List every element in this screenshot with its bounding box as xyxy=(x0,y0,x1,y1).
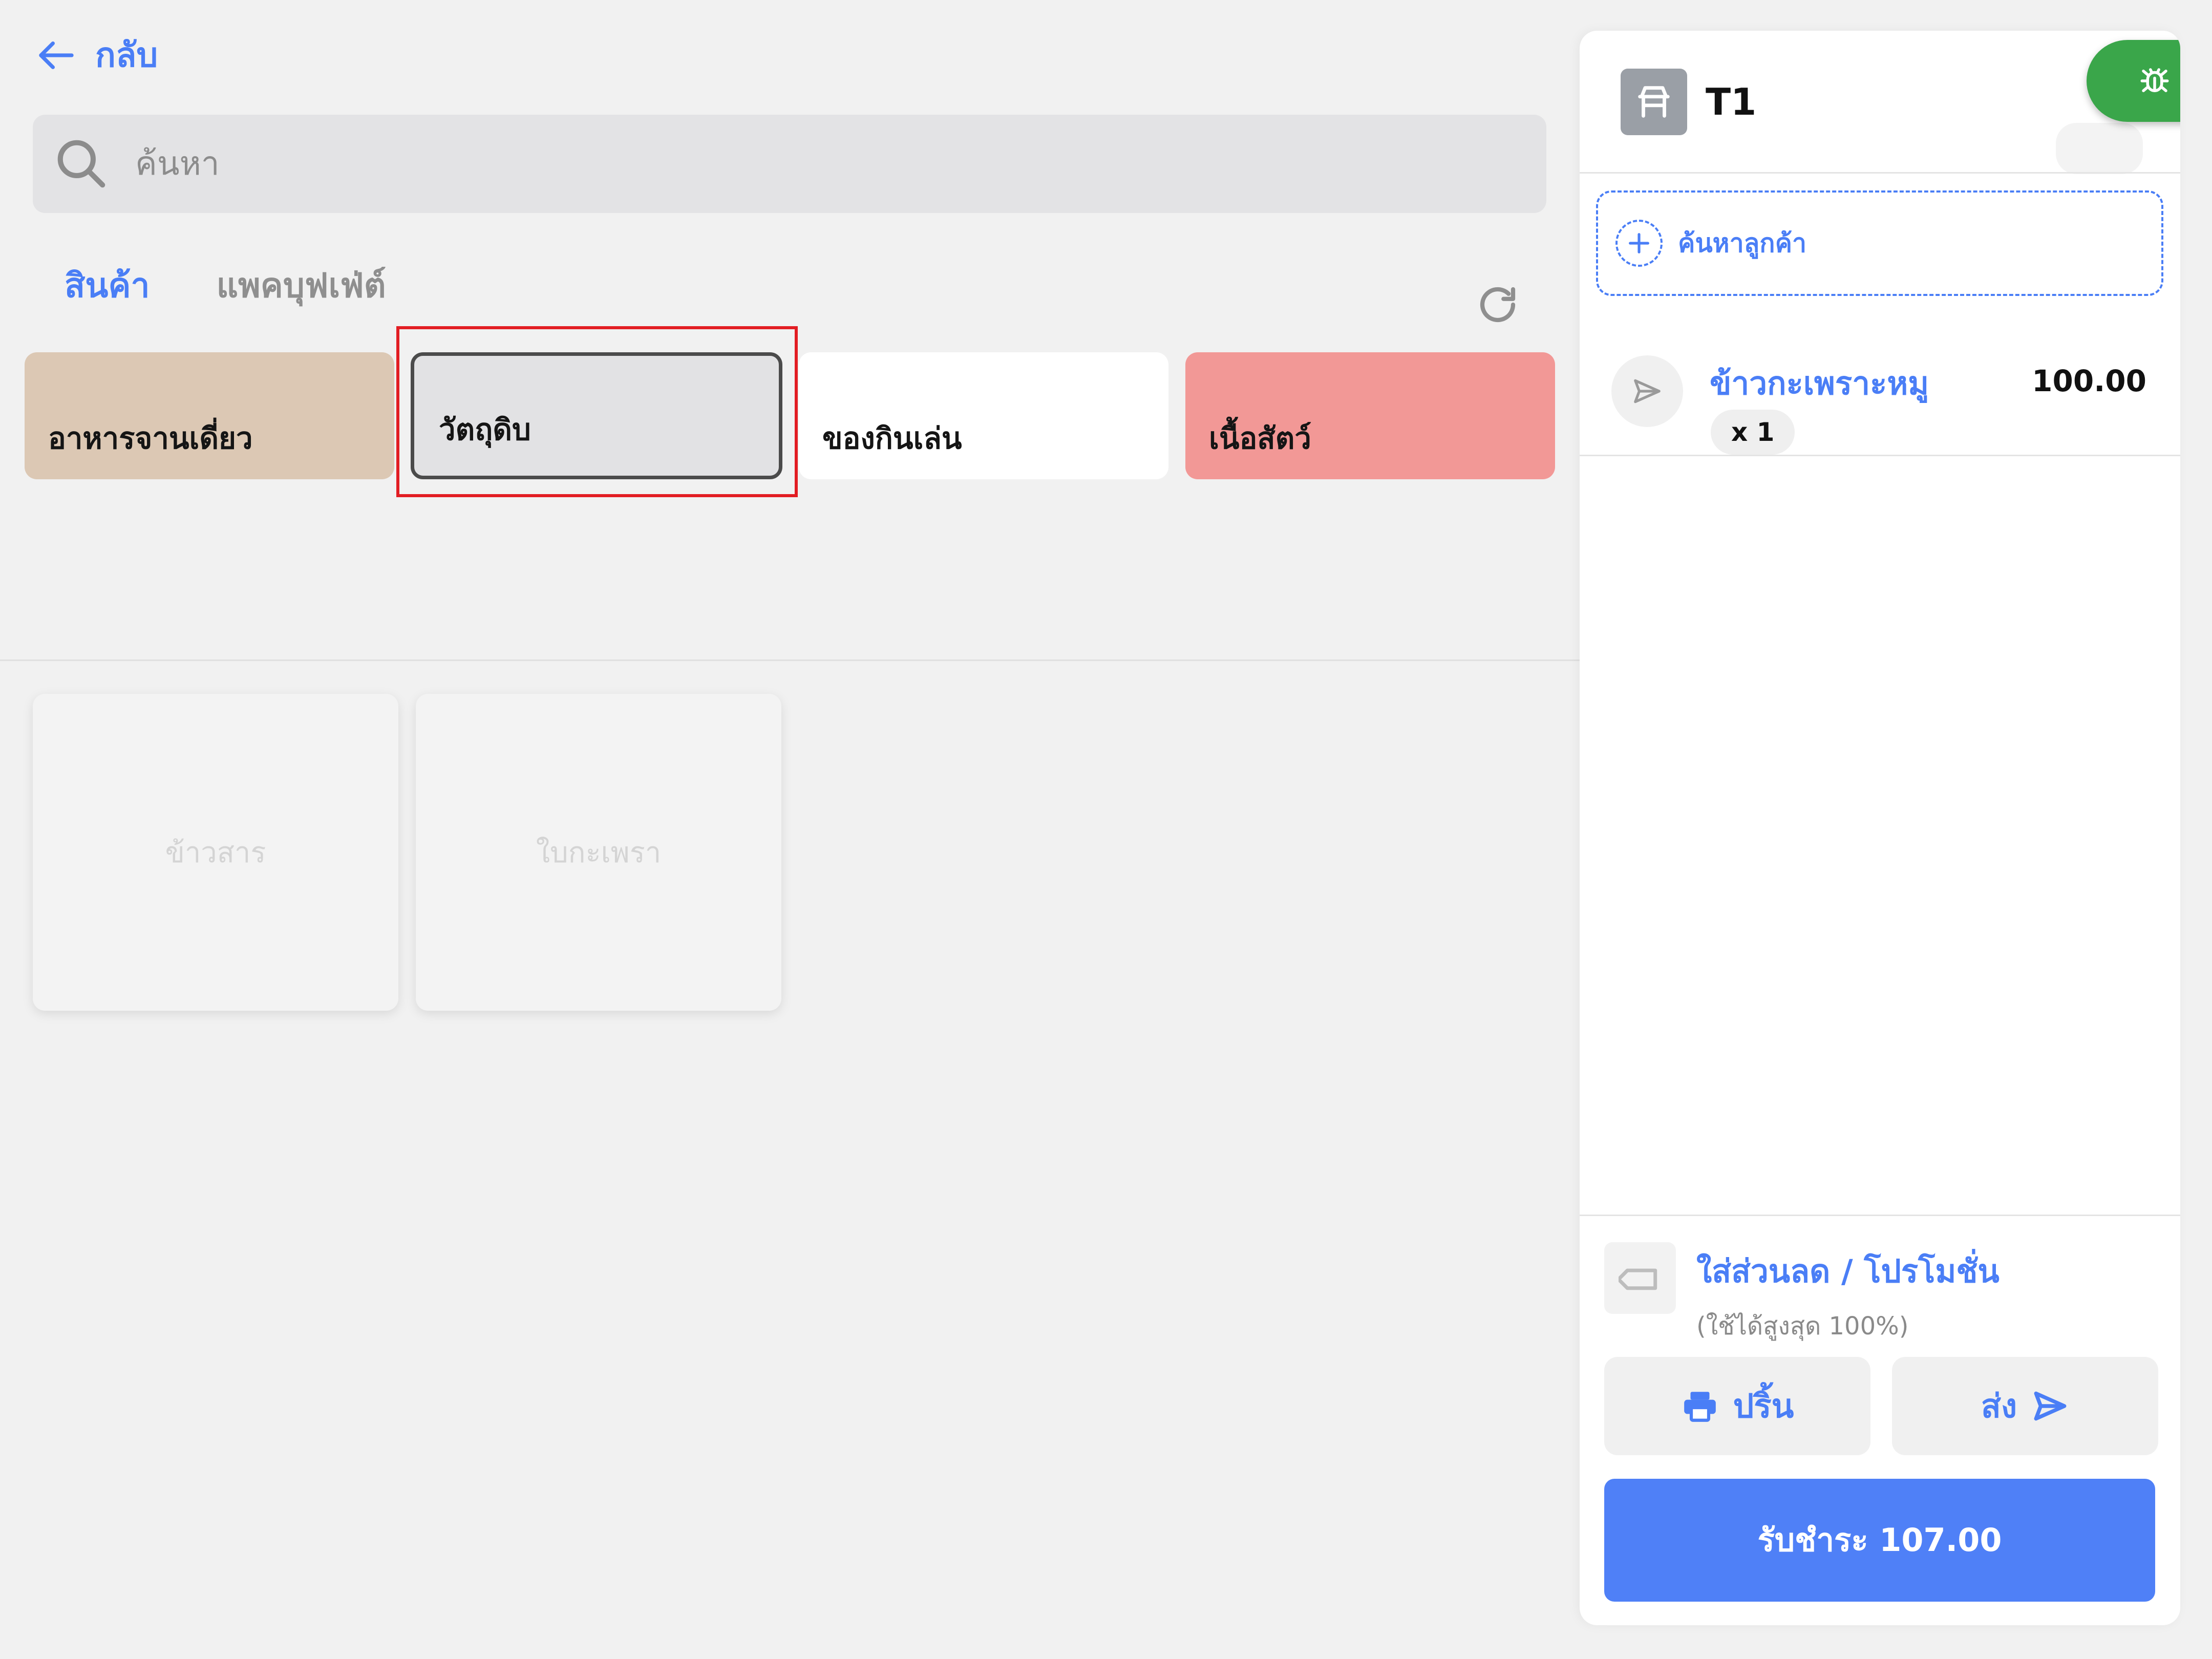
send-icon xyxy=(2034,1391,2067,1421)
product-card[interactable]: ข้าวสาร xyxy=(33,694,398,1011)
search-bar[interactable] xyxy=(33,115,1546,213)
send-icon xyxy=(1634,379,1661,403)
category-meat[interactable]: เนื้อสัตว์ xyxy=(1185,352,1555,479)
divider xyxy=(1580,1215,2180,1216)
pay-label: รับชำระ 107.00 xyxy=(1757,1521,2002,1559)
printer-icon xyxy=(1684,1392,1716,1422)
bug-icon xyxy=(2140,68,2169,92)
item-quantity-badge: x 1 xyxy=(1711,410,1795,455)
table-name: T1 xyxy=(1706,80,1757,123)
category-label: อาหารจานเดี่ยว xyxy=(48,421,253,456)
order-item[interactable]: ข้าวกะเพราะหมู 100.00 x 1 xyxy=(1580,323,2180,461)
send-label: ส่ง xyxy=(1981,1388,2017,1426)
item-price: 100.00 xyxy=(2032,364,2146,398)
selection-highlight xyxy=(396,326,798,497)
customer-search-label: ค้นหาลูกค้า xyxy=(1678,228,1807,258)
product-name: ข้าวสาร xyxy=(165,836,266,869)
divider xyxy=(0,660,1580,661)
send-button[interactable]: ส่ง xyxy=(1892,1357,2158,1455)
back-link[interactable]: กลับ xyxy=(36,28,158,82)
plus-icon xyxy=(1615,220,1663,267)
item-name[interactable]: ข้าวกะเพราะหมู xyxy=(1710,358,1929,409)
print-button[interactable]: ปริ้น xyxy=(1604,1357,1870,1455)
divider xyxy=(1580,455,2180,456)
product-name: ใบกะเพรา xyxy=(536,836,662,869)
send-item-button[interactable] xyxy=(1611,355,1683,427)
tab-bar: สินค้า แพคบุฟเฟ่ต์ xyxy=(65,259,386,312)
table-icon xyxy=(1621,69,1687,135)
tab-buffet-packs[interactable]: แพคบุฟเฟ่ต์ xyxy=(217,259,386,312)
product-card[interactable]: ใบกะเพรา xyxy=(416,694,781,1011)
category-label: เนื้อสัตว์ xyxy=(1209,421,1311,456)
pay-button[interactable]: รับชำระ 107.00 xyxy=(1604,1479,2155,1602)
back-label: กลับ xyxy=(95,35,158,75)
print-label: ปริ้น xyxy=(1733,1388,1794,1426)
discount-button[interactable]: ใส่ส่วนลด / โปรโมชั่น (ใช้ได้สูงสุด 100%… xyxy=(1604,1242,2000,1346)
arrow-left-icon xyxy=(39,41,74,69)
product-grid: ข้าวสาร ใบกะเพรา xyxy=(33,694,781,1011)
customer-search-button[interactable]: ค้นหาลูกค้า xyxy=(1596,190,2163,296)
header-menu-button[interactable] xyxy=(2056,123,2143,174)
refresh-icon[interactable] xyxy=(1475,282,1521,328)
cart-header: T1 xyxy=(1621,69,1756,135)
category-label: ของกินเล่น xyxy=(822,421,962,456)
search-icon xyxy=(57,140,105,188)
discount-subtitle: (ใช้ได้สูงสุด 100%) xyxy=(1696,1312,1909,1341)
tag-icon xyxy=(1604,1242,1676,1314)
cart-panel: T1 ค้นหาลูกค้า ข้าวกะเพราะหมู 100.00 x 1… xyxy=(1580,31,2180,1625)
category-snacks[interactable]: ของกินเล่น xyxy=(799,352,1168,479)
discount-title: ใส่ส่วนลด / โปรโมชั่น xyxy=(1696,1252,2000,1290)
debug-button[interactable] xyxy=(2087,40,2180,122)
divider xyxy=(1580,172,2180,174)
category-single-dish[interactable]: อาหารจานเดี่ยว xyxy=(25,352,394,479)
tab-products[interactable]: สินค้า xyxy=(65,259,150,312)
search-input[interactable] xyxy=(135,145,1415,183)
